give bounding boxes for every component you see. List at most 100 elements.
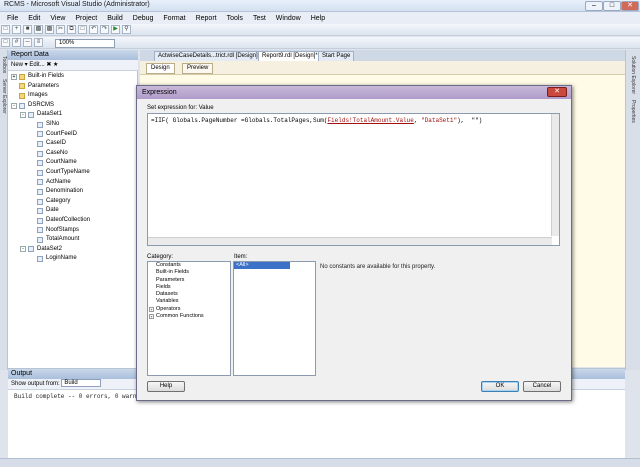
doc-tab[interactable]: Start Page <box>318 51 355 61</box>
tree-node[interactable]: Date <box>8 206 138 216</box>
redo-icon[interactable]: ↷ <box>100 25 109 34</box>
doc-tab[interactable]: ActwiseCaseDetails...trict.rdl [Design] <box>154 51 262 61</box>
start-debug-icon[interactable]: ▶ <box>111 25 120 34</box>
ruler-icon[interactable]: ─ <box>23 38 32 47</box>
category-item[interactable]: + Common Functions <box>148 313 230 320</box>
tree-node[interactable]: - DataSet2 <box>8 245 138 255</box>
tree-node-label: SINo <box>46 120 60 127</box>
open-icon[interactable]: ■ <box>23 25 32 34</box>
save-icon[interactable]: ▩ <box>34 25 43 34</box>
category-label-text: Variables <box>156 298 179 305</box>
item-entry[interactable]: <All> <box>234 262 290 269</box>
expression-horizontal-scrollbar[interactable] <box>148 237 552 245</box>
solution-explorer-tab[interactable]: Solution Explorer <box>630 56 636 94</box>
menu-file[interactable]: File <box>2 15 23 22</box>
tree-node[interactable]: - DataSet1 <box>8 110 138 120</box>
tree-node[interactable]: CourtTypeName <box>8 168 138 178</box>
collapse-icon[interactable]: - <box>20 112 26 119</box>
paste-icon[interactable]: □ <box>78 25 87 34</box>
field-icon <box>37 131 43 138</box>
properties-tab[interactable]: Properties <box>630 100 636 123</box>
category-item[interactable]: Parameters <box>148 277 230 284</box>
field-icon <box>37 236 43 243</box>
category-item[interactable]: Built-in Fields <box>148 269 230 276</box>
tree-node[interactable]: Denomination <box>8 187 138 197</box>
tree-node[interactable]: Images <box>8 91 138 101</box>
expression-field: Fields!TotalAmount.Value <box>327 117 414 124</box>
server-explorer-tab[interactable]: Server Explorer <box>1 79 7 114</box>
tree-node-label: DSRCMS <box>28 101 55 108</box>
tree-node[interactable]: + Built-in Fields <box>8 72 138 82</box>
tree-node[interactable]: Category <box>8 197 138 207</box>
category-item[interactable]: Datasets <box>148 291 230 298</box>
toolbox-tab[interactable]: Toolbox <box>1 56 7 73</box>
tree-node[interactable]: NoofStamps <box>8 226 138 236</box>
field-icon <box>37 188 43 195</box>
title-bar: RCMS - Microsoft Visual Studio (Administ… <box>0 0 640 12</box>
zoom-combo[interactable]: 100% <box>55 39 115 48</box>
tree-node[interactable]: DateofCollection <box>8 216 138 226</box>
menu-format[interactable]: Format <box>158 15 190 22</box>
tree-node[interactable]: - DSRCMS <box>8 101 138 111</box>
collapse-icon[interactable]: - <box>20 246 26 253</box>
tree-node[interactable]: CaseNo <box>8 149 138 159</box>
dialog-close-icon[interactable]: ✕ <box>547 87 567 97</box>
add-item-icon[interactable]: + <box>12 25 21 34</box>
menu-project[interactable]: Project <box>70 15 102 22</box>
tree-node-label: CourtName <box>46 159 77 166</box>
category-item[interactable]: + Operators <box>148 306 230 313</box>
ok-button[interactable]: OK <box>481 381 519 392</box>
category-item[interactable]: Fields <box>148 284 230 291</box>
tree-node[interactable]: TotalAmount <box>8 235 138 245</box>
category-list[interactable]: Constants Built-in Fields Parameters Fields… <box>147 261 231 376</box>
help-button[interactable]: Help <box>147 381 185 392</box>
expression-text: =IIF( Globals.PageNumber =Globals.TotalP… <box>151 117 482 124</box>
item-list[interactable]: <All> <box>233 261 316 376</box>
tab-preview[interactable]: Preview <box>182 63 214 74</box>
report-data-toolbar[interactable]: New ▾ Edit... ✖ ★ <box>8 60 138 71</box>
doc-tab[interactable]: Report9.rdl [Design]* <box>258 51 322 61</box>
expand-icon[interactable]: + <box>11 73 17 80</box>
category-item[interactable]: Constants <box>148 262 230 269</box>
align-icon[interactable]: ≡ <box>34 38 43 47</box>
tree-node[interactable]: ActName <box>8 178 138 188</box>
tree-node[interactable]: CourtName <box>8 158 138 168</box>
output-source-select[interactable]: Build <box>61 379 102 388</box>
maximize-icon[interactable]: □ <box>603 1 621 11</box>
grid-icon[interactable]: # <box>12 38 21 47</box>
cut-icon[interactable]: ✂ <box>56 25 65 34</box>
expand-icon[interactable]: + <box>149 314 154 320</box>
menu-report[interactable]: Report <box>191 15 222 22</box>
layout-icon[interactable]: □ <box>1 38 10 47</box>
menu-view[interactable]: View <box>45 15 70 22</box>
undo-icon[interactable]: ↶ <box>89 25 98 34</box>
expression-vertical-scrollbar[interactable] <box>551 114 559 236</box>
close-icon[interactable]: ✕ <box>621 1 639 11</box>
tree-node[interactable]: Parameters <box>8 82 138 92</box>
dialog-title-bar: Expression <box>137 86 571 99</box>
tree-node[interactable]: SINo <box>8 120 138 130</box>
expression-suffix: ), "") <box>457 117 483 124</box>
copy-icon[interactable]: ⧉ <box>67 25 76 34</box>
cancel-button[interactable]: Cancel <box>523 381 561 392</box>
menu-test[interactable]: Test <box>248 15 271 22</box>
tree-node[interactable]: LoginName <box>8 254 138 264</box>
expand-icon[interactable]: + <box>149 306 154 312</box>
menu-tools[interactable]: Tools <box>222 15 248 22</box>
collapse-icon[interactable]: - <box>11 102 17 109</box>
tab-design[interactable]: Design <box>146 63 175 74</box>
save-all-icon[interactable]: ▩ <box>45 25 54 34</box>
find-icon[interactable]: ⚲ <box>122 25 131 34</box>
menu-debug[interactable]: Debug <box>128 15 159 22</box>
minimize-icon[interactable]: – <box>585 1 603 11</box>
field-icon <box>37 256 43 263</box>
tree-node[interactable]: CaseID <box>8 139 138 149</box>
new-project-icon[interactable]: □ <box>1 25 10 34</box>
menu-edit[interactable]: Edit <box>23 15 45 22</box>
menu-window[interactable]: Window <box>271 15 306 22</box>
category-item[interactable]: Variables <box>148 298 230 305</box>
expression-editor[interactable]: =IIF( Globals.PageNumber =Globals.TotalP… <box>147 113 560 246</box>
tree-node[interactable]: CourtFeeID <box>8 130 138 140</box>
menu-help[interactable]: Help <box>306 15 330 22</box>
menu-build[interactable]: Build <box>102 15 128 22</box>
